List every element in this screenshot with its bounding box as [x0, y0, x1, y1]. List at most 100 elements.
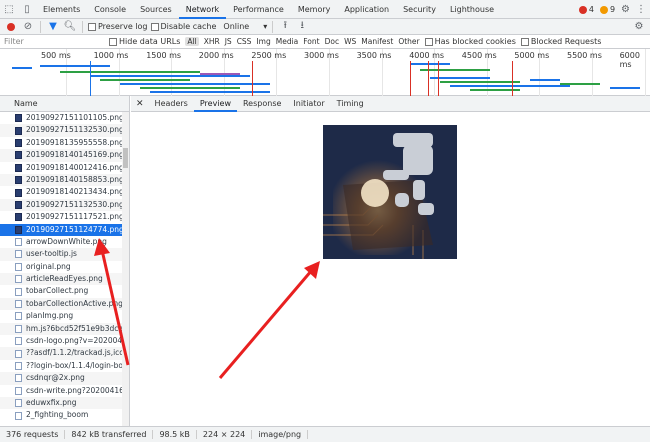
- request-row[interactable]: tobarCollectionActive.png: [0, 297, 129, 311]
- request-name: hm.js?6bcd52f51e9b3dce32b: [26, 323, 129, 333]
- inspect-element-icon[interactable]: ⬚: [0, 0, 18, 18]
- detail-tab-headers[interactable]: Headers: [149, 96, 194, 112]
- request-row[interactable]: original.png: [0, 261, 129, 273]
- request-list: 20190927151101105.png?x-o 201909271511325…: [0, 112, 129, 422]
- import-har-icon[interactable]: ⭱: [278, 20, 292, 34]
- device-toolbar-icon[interactable]: ▯: [18, 0, 36, 18]
- file-icon: [15, 163, 22, 172]
- request-row[interactable]: ??asdf/1.1.2/trackad.js,iconfor: [0, 347, 129, 360]
- request-row[interactable]: 20190918140012416.png?x-o: [0, 162, 129, 174]
- timeline-tick-label: 4000 ms: [409, 51, 445, 60]
- request-name: tobarCollect.png: [26, 286, 89, 296]
- request-row[interactable]: csdn-logo.png?v=20200416.1: [0, 335, 129, 347]
- export-har-icon[interactable]: ⭳: [295, 20, 309, 34]
- detail-tab-timing[interactable]: Timing: [331, 96, 370, 112]
- tab-elements[interactable]: Elements: [36, 0, 87, 19]
- request-row[interactable]: csdnqr@2x.png: [0, 372, 129, 385]
- search-icon[interactable]: 🔍︎: [63, 20, 77, 34]
- filter-icon[interactable]: ▼: [46, 20, 60, 34]
- detail-tab-initiator[interactable]: Initiator: [287, 96, 330, 112]
- request-row[interactable]: planImg.png: [0, 310, 129, 322]
- filter-input[interactable]: Filter: [4, 37, 104, 46]
- file-icon: [15, 151, 22, 160]
- type-filter-js[interactable]: JS: [225, 37, 232, 46]
- type-filter-all[interactable]: All: [185, 37, 199, 46]
- throttle-select[interactable]: Online ▾: [223, 22, 267, 31]
- request-name: 20190918140012416.png?x-o: [26, 162, 129, 172]
- request-name: 20190918135955558.png?x-os: [26, 137, 129, 147]
- robot-hand-chip-image: [323, 125, 457, 259]
- has-blocked-cookies-checkbox[interactable]: Has blocked cookies: [424, 37, 516, 46]
- hide-data-urls-checkbox[interactable]: Hide data URLs: [109, 37, 180, 46]
- request-row[interactable]: hm.js?6bcd52f51e9b3dce32b: [0, 322, 129, 336]
- request-name: planImg.png: [26, 311, 74, 321]
- file-icon: [15, 176, 22, 185]
- request-row[interactable]: csdn-write.png?20200416: [0, 385, 129, 397]
- request-name: ??login-box/1.1.4/login-box.js: [26, 360, 129, 370]
- type-filter-img[interactable]: Img: [256, 37, 270, 46]
- request-row[interactable]: 20190927151132530.png?x-o: [0, 124, 129, 137]
- type-filter-font[interactable]: Font: [303, 37, 319, 46]
- request-row[interactable]: 20190918140213434.png?x-o: [0, 186, 129, 198]
- request-row[interactable]: 20190927151132530.png?x-o: [0, 198, 129, 212]
- detail-tab-response[interactable]: Response: [237, 96, 287, 112]
- settings-gear-icon[interactable]: ⚙: [621, 4, 630, 15]
- type-filter-other[interactable]: Other: [398, 37, 419, 46]
- request-row[interactable]: eduwxfix.png: [0, 396, 129, 410]
- request-row[interactable]: 20190927151101105.png?x-o: [0, 112, 129, 124]
- request-row[interactable]: user-tooltip.js: [0, 248, 129, 261]
- request-name: 2_fighting_boom: [26, 410, 89, 420]
- has-blocked-cookies-label: Has blocked cookies: [434, 37, 516, 46]
- type-filter-doc[interactable]: Doc: [325, 37, 340, 46]
- more-options-icon[interactable]: ⋮: [636, 4, 646, 15]
- request-row[interactable]: 20190927151117521.png?x-o: [0, 211, 129, 223]
- type-filter-css[interactable]: CSS: [237, 37, 252, 46]
- type-filter-ws[interactable]: WS: [344, 37, 356, 46]
- request-name: arrowDownWhite.png: [26, 236, 107, 246]
- detail-tab-preview[interactable]: Preview: [193, 96, 237, 112]
- request-row[interactable]: 20190918140158853.png?x-o: [0, 173, 129, 187]
- tab-performance[interactable]: Performance: [226, 0, 291, 19]
- tab-memory[interactable]: Memory: [291, 0, 338, 19]
- warnings-badge[interactable]: 9: [599, 5, 615, 14]
- tab-lighthouse[interactable]: Lighthouse: [443, 0, 501, 19]
- timeline-tick-label: 5000 ms: [514, 51, 550, 60]
- divider: [272, 20, 274, 33]
- scrollbar-thumb[interactable]: [123, 148, 128, 168]
- tab-security[interactable]: Security: [396, 0, 443, 19]
- network-settings-gear-icon[interactable]: ⚙: [632, 20, 646, 34]
- type-filter-xhr[interactable]: XHR: [204, 37, 220, 46]
- request-row[interactable]: 2_fighting_boom: [0, 409, 129, 421]
- tab-network[interactable]: Network: [178, 0, 227, 19]
- errors-badge[interactable]: 4: [578, 5, 594, 14]
- request-row[interactable]: tobarCollect.png: [0, 285, 129, 297]
- tab-console[interactable]: Console: [87, 0, 133, 19]
- request-row[interactable]: 20190918140145169.png?x-o: [0, 149, 129, 162]
- request-row[interactable]: articleReadEyes.png: [0, 273, 129, 286]
- clear-icon[interactable]: ⊘: [21, 20, 35, 34]
- disable-cache-label: Disable cache: [160, 22, 217, 31]
- tab-sources[interactable]: Sources: [133, 0, 179, 19]
- request-row[interactable]: 20190918135955558.png?x-os: [0, 137, 129, 149]
- close-detail-icon[interactable]: ✕: [131, 99, 149, 109]
- type-filter-manifest[interactable]: Manifest: [361, 37, 393, 46]
- file-icon: [15, 362, 22, 370]
- file-icon: [15, 126, 22, 135]
- preserve-log-checkbox[interactable]: Preserve log: [88, 22, 148, 31]
- timeline-tick-label: 500 ms: [41, 51, 71, 60]
- request-detail-panel: ✕ Headers Preview Response Initiator Timing: [131, 96, 650, 426]
- request-name: eduwxfix.png: [26, 397, 77, 407]
- request-name: 20190918140213434.png?x-o: [26, 187, 129, 197]
- tab-application[interactable]: Application: [337, 0, 396, 19]
- timeline-overview[interactable]: 500 ms 1000 ms 1500 ms 2000 ms 2500 ms 3000 m…: [0, 49, 650, 96]
- image-dimensions: 224 × 224: [197, 430, 253, 439]
- request-row[interactable]: 20190927151124774.png?x-o: [0, 223, 129, 236]
- type-filter-media[interactable]: Media: [276, 37, 299, 46]
- disable-cache-checkbox[interactable]: Disable cache: [150, 22, 217, 31]
- name-column-header[interactable]: Name: [0, 96, 129, 112]
- record-icon[interactable]: [4, 20, 18, 34]
- blocked-requests-checkbox[interactable]: Blocked Requests: [520, 37, 601, 46]
- request-row[interactable]: arrowDownWhite.png: [0, 236, 129, 248]
- request-row[interactable]: ??login-box/1.1.4/login-box.js: [0, 360, 129, 372]
- checkbox-box: [520, 37, 529, 46]
